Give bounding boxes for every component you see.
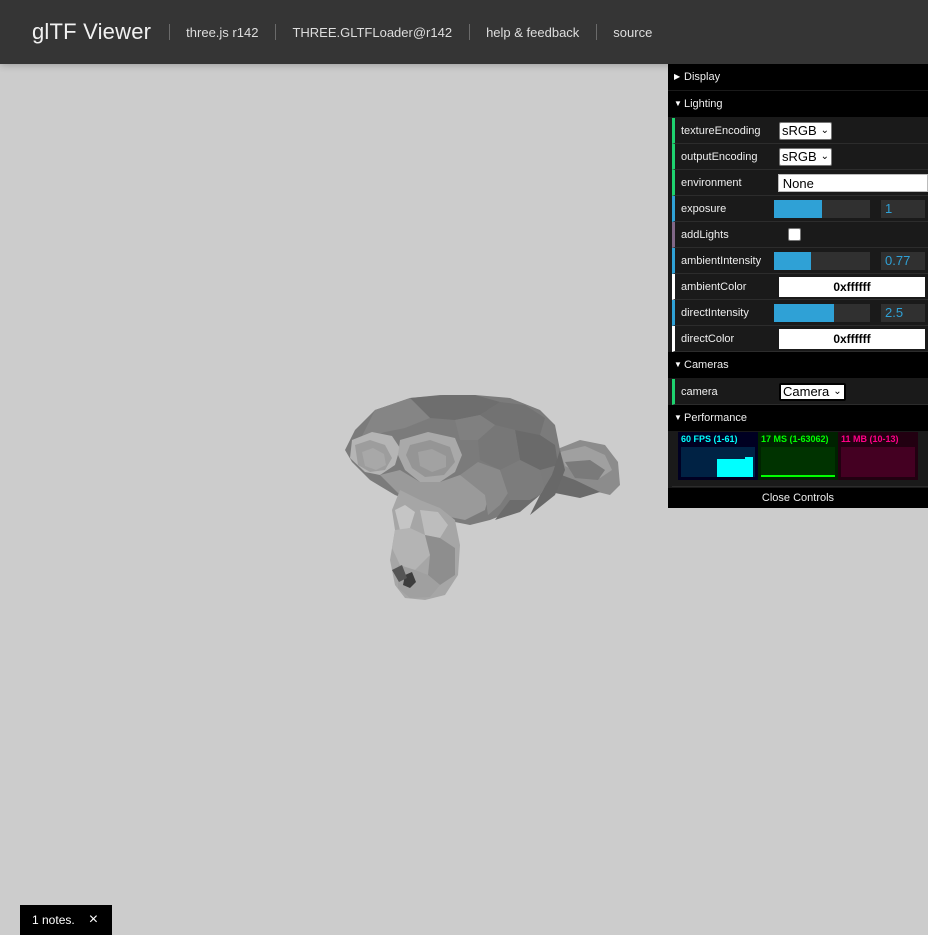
ambient-intensity-input[interactable]: 0.77 [881,251,925,270]
ambient-intensity-slider-fill [774,251,811,270]
texture-encoding-label: textureEncoding [681,124,761,137]
nav-help-feedback-link[interactable]: help & feedback [469,23,596,40]
texture-encoding-value: sRGB [782,123,817,138]
direct-color-input[interactable]: 0xffffff [779,328,925,349]
caret-right-icon: ▶ [674,72,681,81]
caret-down-icon: ▼ [674,99,682,108]
output-encoding-select[interactable]: sRGB ⌄ [779,147,833,166]
close-icon[interactable]: × [89,911,98,929]
direct-intensity-row: directIntensity 2.5 [672,300,928,326]
folder-lighting[interactable]: ▼ Lighting [668,91,928,118]
mb-panel[interactable]: 11 MB (10-13) [838,432,918,480]
environment-label: environment [681,176,742,189]
add-lights-label: addLights [681,228,729,241]
close-controls-button[interactable]: Close Controls [668,487,928,508]
notes-count[interactable]: 1 notes. [32,913,75,927]
chevron-down-icon: ⌄ [820,151,830,162]
add-lights-checkbox[interactable] [788,228,801,241]
camera-row: camera Camera ⌄ [672,379,928,405]
caret-down-icon: ▼ [674,413,682,422]
exposure-row: exposure 1 [672,196,928,222]
exposure-input[interactable]: 1 [881,199,925,218]
ms-graph [761,447,835,477]
folder-cameras-label: Cameras [684,359,729,371]
ambient-intensity-row: ambientIntensity 0.77 [672,248,928,274]
chevron-down-icon: ⌄ [833,386,842,397]
app-title: glTF Viewer [32,19,152,44]
direct-color-row: directColor 0xffffff [672,326,928,352]
camera-value: Camera [783,384,830,399]
ms-readout: 17 MS (1-63062) [761,434,829,444]
mb-graph [841,447,915,477]
folder-performance-label: Performance [684,412,747,424]
exposure-slider[interactable] [774,199,870,218]
folder-lighting-label: Lighting [684,98,723,110]
chevron-down-icon: ⌄ [820,125,830,136]
exposure-slider-fill [774,199,822,218]
ambient-color-row: ambientColor 0xffffff [672,274,928,300]
folder-performance[interactable]: ▼ Performance [668,405,928,432]
caret-down-icon: ▼ [674,360,682,369]
mb-readout: 11 MB (10-13) [841,434,899,444]
environment-select[interactable]: None [777,173,928,192]
direct-intensity-slider[interactable] [774,303,870,322]
add-lights-row: addLights [672,222,928,248]
output-encoding-label: outputEncoding [681,150,758,163]
output-encoding-value: sRGB [782,149,817,164]
folder-display[interactable]: ▶ Display [668,64,928,91]
fps-readout: 60 FPS (1-61) [681,434,738,444]
ambient-color-input[interactable]: 0xffffff [779,276,925,297]
output-encoding-row: outputEncoding sRGB ⌄ [672,144,928,170]
camera-label: camera [681,385,718,398]
header: glTF Viewer three.js r142 THREE.GLTFLoad… [0,0,928,64]
direct-color-label: directColor [681,332,735,345]
nav-threejs-link[interactable]: three.js r142 [169,23,275,40]
performance-stats: 60 FPS (1-61) 17 MS (1-63062) 11 MB (10-… [672,432,928,487]
ambient-intensity-label: ambientIntensity [681,254,762,267]
camera-select[interactable]: Camera ⌄ [779,382,846,401]
notes-toast: 1 notes. × [20,905,112,935]
fps-panel[interactable]: 60 FPS (1-61) [678,432,758,480]
direct-intensity-input[interactable]: 2.5 [881,303,925,322]
ambient-intensity-slider[interactable] [774,251,870,270]
fps-graph [681,447,755,477]
nav-gltfloader-link[interactable]: THREE.GLTFLoader@r142 [275,23,469,40]
ambient-color-label: ambientColor [681,280,747,293]
environment-row: environment None [672,170,928,196]
folder-display-label: Display [684,71,721,83]
texture-encoding-select[interactable]: sRGB ⌄ [779,121,833,140]
folder-cameras[interactable]: ▼ Cameras [668,352,928,379]
direct-intensity-label: directIntensity [681,306,749,319]
nav-source-link[interactable]: source [596,23,669,40]
exposure-label: exposure [681,202,727,215]
direct-intensity-slider-fill [774,303,834,322]
controls-panel: ▶ Display ▼ Lighting textureEncoding sRG… [668,64,928,508]
texture-encoding-row: textureEncoding sRGB ⌄ [672,118,928,144]
ms-panel[interactable]: 17 MS (1-63062) [758,432,838,480]
